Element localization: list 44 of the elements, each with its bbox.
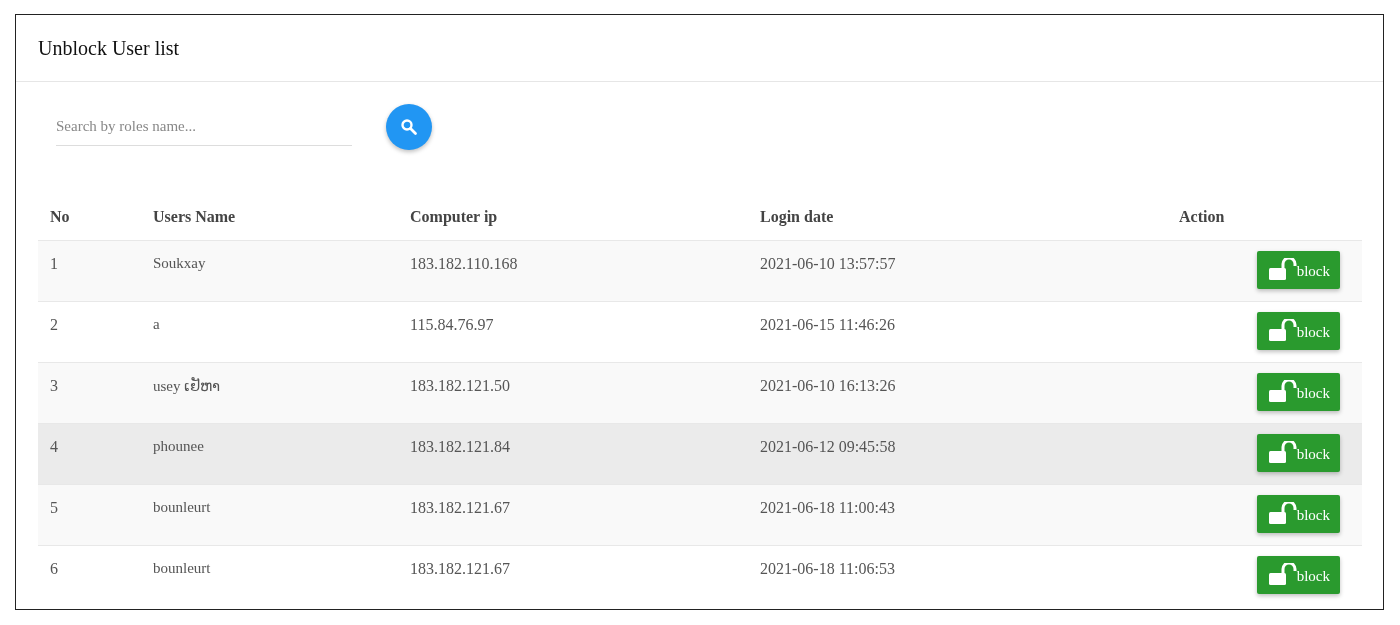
unblock-button[interactable]: block (1256, 434, 1340, 472)
table-cell: 183.182.110.168 (398, 240, 748, 302)
unblock-button[interactable]: block (1256, 312, 1340, 350)
table-cell: 1 (38, 240, 141, 302)
padlock-icon (1268, 502, 1297, 524)
column-header: Login date (748, 194, 1167, 241)
column-header: No (38, 194, 141, 241)
table-cell: 2021-06-15 11:46:26 (748, 301, 1167, 363)
table-cell: 2021-06-10 16:13:26 (748, 362, 1167, 424)
padlock-icon (1268, 380, 1297, 402)
unblock-button[interactable]: block (1256, 251, 1340, 289)
table-cell: 2021-06-12 09:45:58 (748, 423, 1167, 485)
column-header: Action (1167, 194, 1362, 241)
table-cell: a (141, 301, 398, 363)
table-cell: 2 (38, 301, 141, 363)
padlock-icon (1268, 563, 1297, 585)
table-cell: bounleurt (141, 545, 398, 607)
table-cell: 2021-06-18 11:00:43 (748, 484, 1167, 546)
table-cell: 115.84.76.97 (398, 301, 748, 363)
table-cell: 183.182.121.84 (398, 423, 748, 485)
padlock-icon (1268, 441, 1297, 463)
unblock-button[interactable]: block (1256, 373, 1340, 411)
column-header: Computer ip (398, 194, 748, 241)
search-icon (400, 118, 418, 136)
table-cell: 183.182.121.50 (398, 362, 748, 424)
unblock-button[interactable]: block (1256, 495, 1340, 533)
table-cell: 4 (38, 423, 141, 485)
table-cell: bounleurt (141, 484, 398, 546)
search-button[interactable] (386, 104, 432, 150)
table-cell: 3 (38, 362, 141, 424)
unblock-button[interactable]: block (1256, 556, 1340, 594)
table-cell: phounee (141, 423, 398, 485)
column-header: Users Name (141, 194, 398, 241)
padlock-icon (1268, 258, 1297, 280)
table-cell: usey ເຢັຫາ (141, 362, 398, 424)
table-cell: 183.182.121.67 (398, 484, 748, 546)
table-cell: 183.182.121.67 (398, 545, 748, 607)
table-cell: 2021-06-10 13:57:57 (748, 240, 1167, 302)
table-cell: 2021-06-18 11:06:53 (748, 545, 1167, 607)
card-title: Unblock User list (38, 36, 180, 60)
table-cell: Soukxay (141, 240, 398, 302)
padlock-icon (1268, 319, 1297, 341)
table-cell: 5 (38, 484, 141, 546)
table-cell: 6 (38, 545, 141, 607)
